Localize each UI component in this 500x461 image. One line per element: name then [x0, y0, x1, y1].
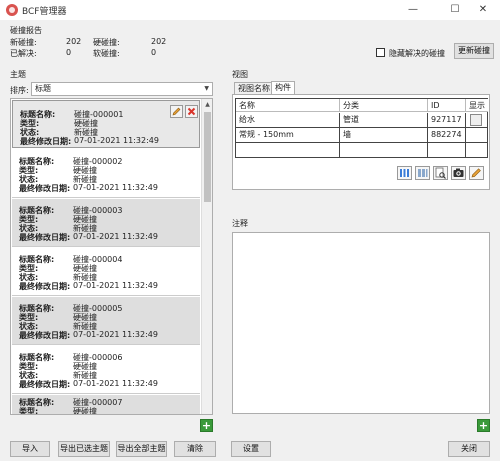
chevron-down-icon: ▼ [204, 85, 209, 92]
notes-area[interactable] [232, 232, 490, 414]
topic-modified: 07-01-2021 11:32:49 [73, 330, 158, 339]
topic-modified-label: 最终修改日期: [19, 184, 71, 193]
topic-item[interactable]: 标题名称: 碰撞-000001 类型: 硬碰撞 状态: 新碰撞 最终修改日期: … [12, 100, 200, 148]
grid-cell-visible[interactable] [466, 128, 488, 143]
import-button[interactable]: 导入 [10, 441, 50, 457]
new-clash-value: 202 [66, 37, 82, 46]
topic-modified: 07-01-2021 11:32:49 [73, 379, 158, 388]
topic-item[interactable]: 标题名称: 碰撞-000002 类型: 硬碰撞 状态: 新碰撞 最终修改日期: … [12, 150, 200, 198]
column-header-name[interactable]: 名称 [236, 99, 340, 112]
resolved-value: 0 [66, 48, 72, 57]
grid-cell-category[interactable]: 管道 [340, 113, 428, 128]
refresh-clashes-button[interactable]: 更新碰撞 [454, 43, 494, 59]
topic-item[interactable]: 标题名称: 碰撞-000003 类型: 硬碰撞 状态: 新碰撞 最终修改日期: … [12, 199, 200, 247]
topic-modified-label: 最终修改日期: [19, 233, 71, 242]
pencil-icon[interactable] [170, 105, 183, 118]
scroll-thumb[interactable] [204, 112, 211, 202]
topic-modified-label: 最终修改日期: [19, 380, 71, 389]
components-grid[interactable]: 名称 分类 ID 显示 给水 管道 927117 常规 - 150mm 墙 88… [235, 98, 488, 158]
section-box-icon[interactable] [397, 166, 412, 180]
window-title: BCF管理器 [22, 7, 67, 17]
grid-cell-id[interactable]: 927117 [428, 113, 466, 128]
topic-item[interactable]: 标题名称: 碰撞-000006 类型: 硬碰撞 状态: 新碰撞 最终修改日期: … [12, 346, 200, 394]
hard-clash-value: 202 [151, 37, 167, 46]
hard-clash-label: 硬碰撞: [93, 38, 120, 47]
add-topic-button[interactable]: + [200, 419, 213, 432]
topic-item[interactable]: 标题名称: 碰撞-000005 类型: 硬碰撞 状态: 新碰撞 最终修改日期: … [12, 297, 200, 345]
column-header-id[interactable]: ID [428, 99, 466, 112]
topic-item[interactable]: 标题名称: 碰撞-000004 类型: 硬碰撞 状态: 新碰撞 最终修改日期: … [12, 248, 200, 296]
column-header-visible[interactable]: 显示 [466, 99, 488, 112]
view-title: 视图 [232, 70, 248, 79]
new-clash-label: 新碰撞: [10, 38, 37, 47]
topic-modified: 07-01-2021 11:32:49 [74, 136, 159, 145]
grid-cell-category[interactable]: 墙 [340, 128, 428, 143]
grid-cell-empty[interactable] [428, 143, 466, 158]
settings-button[interactable]: 设置 [231, 441, 271, 457]
topic-list[interactable]: 标题名称: 碰撞-000001 类型: 硬碰撞 状态: 新碰撞 最终修改日期: … [10, 98, 213, 415]
grid-cell-empty[interactable] [340, 143, 428, 158]
pencil-icon[interactable] [469, 166, 484, 180]
show-icon[interactable] [470, 114, 482, 126]
hide-resolved-checkbox[interactable] [376, 48, 385, 57]
topic-modified: 07-01-2021 11:32:49 [73, 281, 158, 290]
soft-clash-value: 0 [151, 48, 157, 57]
grid-cell-name[interactable]: 常规 - 150mm [236, 128, 340, 143]
delete-icon[interactable] [185, 105, 198, 118]
topic-modified-label: 最终修改日期: [19, 282, 71, 291]
notes-title: 注释 [232, 219, 248, 228]
resolved-label: 已解决: [10, 49, 37, 58]
hide-resolved-label: 隐藏解决的碰撞 [389, 49, 445, 58]
column-header-category[interactable]: 分类 [340, 99, 428, 112]
sort-label: 排序: [10, 86, 29, 95]
export-all-button[interactable]: 导出全部主题 [116, 441, 167, 457]
grid-cell-visible[interactable] [466, 113, 488, 128]
scroll-up-arrow-icon[interactable]: ▲ [202, 99, 212, 110]
grid-cell-name[interactable]: 给水 [236, 113, 340, 128]
add-note-button[interactable]: + [477, 419, 490, 432]
sort-value: 标题 [35, 84, 51, 93]
topic-modified: 07-01-2021 11:32:49 [73, 232, 158, 241]
isolate-elements-icon[interactable] [415, 166, 430, 180]
topic-list-scrollbar[interactable]: ▲ [201, 99, 212, 414]
zoom-to-elements-icon[interactable] [433, 166, 448, 180]
topic-type: 硬碰撞 [73, 407, 97, 415]
export-selected-button[interactable]: 导出已选主题 [58, 441, 110, 457]
grid-cell-empty[interactable] [466, 143, 488, 158]
clear-button[interactable]: 清除 [174, 441, 216, 457]
topic-modified-label: 最终修改日期: [20, 137, 72, 146]
close-window-button[interactable]: ✕ [466, 0, 500, 20]
close-button[interactable]: 关闭 [448, 441, 490, 457]
app-icon [6, 4, 18, 16]
soft-clash-label: 软碰撞: [93, 49, 120, 58]
sort-select[interactable]: 标题 ▼ [31, 82, 213, 96]
report-title: 碰撞报告 [10, 26, 42, 35]
minimize-button[interactable]: — [396, 0, 430, 20]
topic-item[interactable]: 标题名称: 碰撞-000007 类型: 硬碰撞 [12, 395, 200, 415]
grid-cell-empty[interactable] [236, 143, 340, 158]
grid-cell-id[interactable]: 882274 [428, 128, 466, 143]
title-bar: BCF管理器 — ☐ ✕ [0, 0, 500, 20]
camera-icon[interactable] [451, 166, 466, 180]
topic-modified: 07-01-2021 11:32:49 [73, 183, 158, 192]
tab-components[interactable]: 构件 [271, 81, 295, 95]
topic-type-label: 类型: [19, 407, 39, 415]
topic-modified-label: 最终修改日期: [19, 331, 71, 340]
topics-title: 主题 [10, 70, 26, 79]
